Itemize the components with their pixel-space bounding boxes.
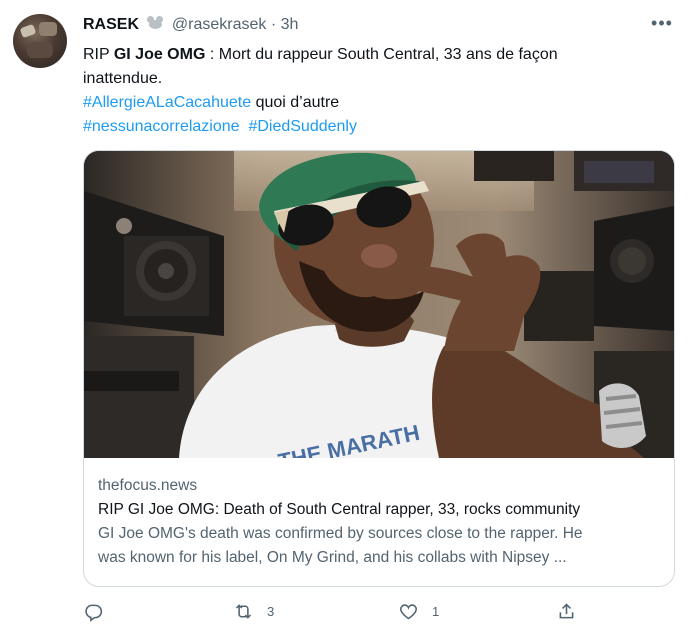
tweet-time[interactable]: 3h [281,16,299,33]
card-image[interactable]: THE MARATH [84,151,674,458]
retweet-count: 3 [267,603,275,619]
display-name[interactable]: RASEK [83,16,139,33]
card-description-line-2: was known for his label, On My Grind, an… [98,549,567,566]
hashtag-allergie[interactable]: #AllergieALaCacahuete [83,94,251,111]
reply-icon [85,604,103,622]
tweet-header: RASEK @rasekrasek · 3h [83,16,298,34]
more-options-icon[interactable]: ••• [650,14,674,36]
like-button[interactable]: 1 [398,596,439,626]
card-photo: THE MARATH [84,151,674,458]
tweet-actions: 3 1 [83,596,673,626]
reply-button[interactable] [83,596,104,626]
card-title: RIP GI Joe OMG: Death of South Central r… [98,501,581,518]
mouse-emoji-icon [146,16,164,30]
retweet-button[interactable]: 3 [233,596,274,626]
avatar[interactable] [13,14,67,68]
header-separator: · [270,16,277,33]
share-button[interactable] [556,596,577,626]
tweet-line-3-rest: quoi d’autre [251,94,340,111]
card-description-line-1: GI Joe OMG's death was confirmed by sour… [98,525,583,542]
hashtag-nessuna[interactable]: #nessunacorrelazione [83,118,240,135]
like-count: 1 [432,603,440,619]
user-handle[interactable]: @rasekrasek [172,16,267,33]
like-icon [399,603,418,619]
tweet-line-1: RIP GI Joe OMG : Mort du rappeur South C… [83,43,663,67]
tweet-text: RIP GI Joe OMG : Mort du rappeur South C… [83,43,663,139]
tweet-text-prefix: RIP [83,46,114,63]
card-domain: thefocus.news [98,477,198,494]
tweet: RASEK @rasekrasek · 3h ••• RIP GI Joe OM… [0,0,700,634]
tweet-line-2: inattendue. [83,70,163,87]
hashtag-died-suddenly[interactable]: #DiedSuddenly [248,118,357,135]
share-icon [559,602,574,618]
tweet-text-rest: : Mort du rappeur South Central, 33 ans … [205,46,558,63]
tweet-line-3: #AllergieALaCacahuete quoi d’autre [83,91,663,115]
link-card[interactable]: THE MARATH thefocus.news RIP GI Joe OMG:… [83,150,675,587]
retweet-icon [235,603,252,619]
card-meta[interactable]: thefocus.news RIP GI Joe OMG: Death of S… [98,474,663,570]
tweet-bold-name: GI Joe OMG [113,46,206,63]
tweet-line-4: #nessunacorrelazione #DiedSuddenly [83,115,663,139]
